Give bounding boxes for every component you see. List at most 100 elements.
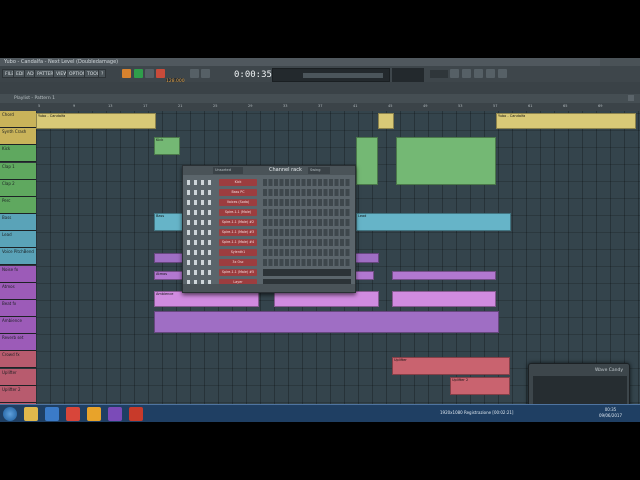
close-icon[interactable] — [628, 95, 634, 101]
audio-clip[interactable]: Yubo - Candalfa — [496, 113, 636, 129]
channel-row[interactable]: Sylenth1 — [185, 248, 355, 257]
chrome-icon[interactable] — [66, 407, 80, 421]
audio-clip[interactable] — [392, 291, 496, 307]
channel-row[interactable]: Spire-1.1 (Male) #2 — [185, 218, 355, 227]
track-header[interactable]: Noise fx — [0, 265, 36, 283]
track-header[interactable]: Uplifter 2 — [0, 385, 36, 403]
track-header[interactable]: Reverb set — [0, 334, 36, 352]
track-header[interactable]: Voice PitchBend — [0, 248, 36, 266]
explorer-icon[interactable] — [24, 407, 38, 421]
channel-controls[interactable] — [187, 190, 213, 195]
channel-row[interactable]: Spire-1.1 (Male) #3 — [185, 228, 355, 237]
menu-help[interactable]: ? — [98, 69, 107, 78]
pattern-clip[interactable]: Kick — [154, 137, 180, 155]
channel-row[interactable]: Bass PC — [185, 188, 355, 197]
metronome-icon[interactable] — [190, 69, 199, 78]
audio-clip[interactable] — [274, 291, 379, 307]
app-icon[interactable] — [108, 407, 122, 421]
audio-clip[interactable]: Uplifter 2 — [450, 377, 510, 395]
channel-row[interactable]: 3x Osc — [185, 258, 355, 267]
audio-clip[interactable]: Yubo - Candalfa — [36, 113, 156, 129]
system-clock[interactable]: 00:35 09/06/2017 — [599, 407, 622, 419]
audio-clip[interactable]: Ambience — [154, 291, 259, 307]
channel-name-button[interactable]: Spire-1.1 (Male) #4 — [219, 239, 257, 246]
track-header[interactable]: Clap 1 — [0, 162, 36, 180]
track-header[interactable]: Atmos — [0, 282, 36, 300]
pattern-clip[interactable] — [154, 311, 499, 333]
channel-name-button[interactable]: Bass PC — [219, 189, 257, 196]
channel-name-button[interactable]: Spire-1.1 (Male) #5 — [219, 269, 257, 276]
step-sequencer[interactable] — [263, 189, 351, 196]
track-header[interactable]: Perc — [0, 196, 36, 214]
channel-row[interactable]: Kick — [185, 178, 355, 187]
channel-rack-footer[interactable] — [183, 284, 355, 292]
pattern-clip[interactable] — [356, 137, 378, 185]
start-button[interactable] — [3, 407, 17, 421]
recorder-icon[interactable] — [129, 407, 143, 421]
filter-group-select[interactable]: Unsorted — [213, 167, 243, 174]
step-sequencer[interactable] — [263, 179, 351, 186]
step-sequencer[interactable] — [263, 259, 351, 266]
record-button[interactable] — [156, 69, 165, 78]
channel-name-button[interactable]: Spire-1.1 (Male) — [219, 209, 257, 216]
track-header[interactable]: Kick — [0, 145, 36, 163]
channel-controls[interactable] — [187, 240, 213, 245]
step-sequencer[interactable] — [263, 239, 351, 246]
pattern-song-toggle[interactable] — [122, 69, 131, 78]
pattern-clip[interactable]: Lead — [356, 213, 511, 231]
browser-icon[interactable] — [498, 69, 507, 78]
channel-controls[interactable] — [187, 260, 213, 265]
channel-controls[interactable] — [187, 220, 213, 225]
track-header[interactable]: Chord — [0, 111, 36, 129]
step-sequencer[interactable] — [263, 219, 351, 226]
pattern-clip[interactable] — [396, 137, 496, 185]
channel-controls[interactable] — [187, 250, 213, 255]
step-sequencer[interactable] — [263, 199, 351, 206]
ie-icon[interactable] — [45, 407, 59, 421]
channel-name-button[interactable]: Voices (Soda) — [219, 199, 257, 206]
channel-controls[interactable] — [187, 230, 213, 235]
audio-clip[interactable] — [378, 113, 394, 129]
track-header[interactable]: Ambience — [0, 317, 36, 335]
play-button[interactable] — [134, 69, 143, 78]
channel-row[interactable]: Spire-1.1 (Male) #5 — [185, 268, 355, 277]
fl-studio-icon[interactable] — [87, 407, 101, 421]
channel-controls[interactable] — [187, 210, 213, 215]
track-header[interactable]: Beat fx — [0, 299, 36, 317]
channel-controls[interactable] — [187, 270, 213, 275]
wait-input-icon[interactable] — [201, 69, 210, 78]
channel-name-button[interactable]: Spire-1.1 (Male) #3 — [219, 229, 257, 236]
toolbar-row — [0, 82, 640, 94]
playlist-icon[interactable] — [450, 69, 459, 78]
step-sequencer[interactable] — [263, 209, 351, 216]
track-header[interactable]: Bass — [0, 214, 36, 232]
timeline-ruler[interactable]: 5 9 13 17 21 25 29 33 37 41 45 49 53 57 61 65 69 — [36, 103, 640, 111]
stop-button[interactable] — [145, 69, 154, 78]
channel-name-button[interactable]: Kick — [219, 179, 257, 186]
step-sequencer[interactable] — [263, 229, 351, 236]
channel-rack-titlebar[interactable]: Unsorted Channel rack Swing — [183, 166, 355, 175]
swing-knob[interactable]: Swing — [308, 167, 330, 174]
channel-name-button[interactable]: Sylenth1 — [219, 249, 257, 256]
step-sequencer[interactable] — [263, 249, 351, 256]
window-controls[interactable] — [600, 58, 640, 66]
channel-row[interactable]: Spire-1.1 (Male) — [185, 208, 355, 217]
piano-roll-icon[interactable] — [462, 69, 471, 78]
pattern-clip[interactable] — [392, 271, 496, 280]
channel-name-button[interactable]: Spire-1.1 (Male) #2 — [219, 219, 257, 226]
track-header[interactable]: Lead — [0, 231, 36, 249]
track-header[interactable]: Crowd fx — [0, 351, 36, 369]
channel-name-button[interactable]: 3x Osc — [219, 259, 257, 266]
channel-controls[interactable] — [187, 180, 213, 185]
track-header[interactable]: Clap 2 — [0, 179, 36, 197]
piano-roll-preview[interactable] — [263, 269, 351, 276]
track-header[interactable]: Uplifter — [0, 368, 36, 386]
channel-row[interactable]: Spire-1.1 (Male) #4 — [185, 238, 355, 247]
ruler-bar-number: 9 — [73, 104, 76, 108]
track-header[interactable]: Synth Crash — [0, 128, 36, 146]
mixer-icon[interactable] — [486, 69, 495, 78]
channel-row[interactable]: Voices (Soda) — [185, 198, 355, 207]
channel-controls[interactable] — [187, 200, 213, 205]
audio-clip[interactable]: Uplifter — [392, 357, 510, 375]
channel-rack-icon[interactable] — [474, 69, 483, 78]
